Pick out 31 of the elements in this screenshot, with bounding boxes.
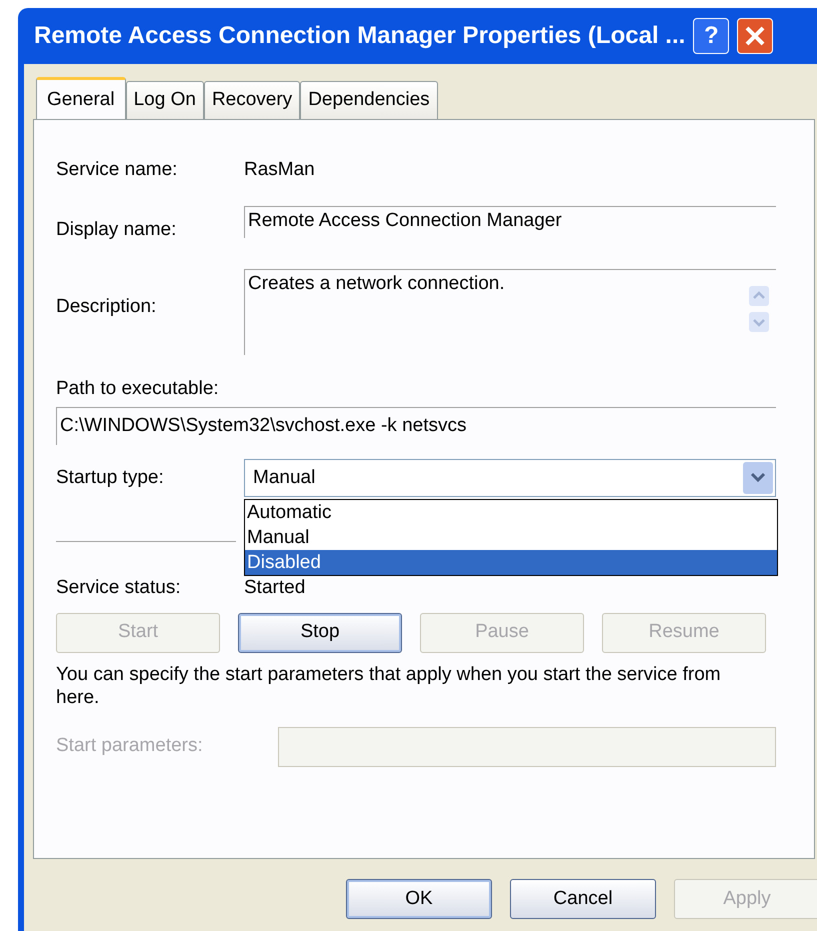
close-button[interactable] — [737, 18, 774, 54]
field-label: Service status: — [56, 576, 182, 600]
scroll-up-icon[interactable] — [749, 286, 769, 306]
window-title: Remote Access Connection Manager Properties (Local ... — [34, 21, 686, 51]
field-label: Description: — [56, 294, 158, 318]
help-button[interactable]: ? — [693, 18, 730, 54]
input-field[interactable]: C:\WINDOWS\System32\svchost.exe -k netsvcs — [56, 407, 776, 445]
tab[interactable]: General — [36, 77, 126, 120]
dropdown-option[interactable]: Automatic — [245, 500, 777, 525]
dropdown-option[interactable]: Manual — [245, 525, 777, 550]
button[interactable]: OK — [346, 879, 492, 919]
field-value: Started — [244, 576, 306, 600]
dropdown[interactable]: Manual — [244, 459, 776, 497]
field-label: Start parameters: — [56, 734, 204, 758]
field-label: Startup type: — [56, 466, 165, 490]
tab[interactable]: Dependencies — [300, 81, 438, 119]
field-value: RasMan — [244, 158, 315, 182]
tab[interactable]: Log On — [126, 81, 204, 119]
button[interactable]: Stop — [238, 612, 402, 652]
input-field[interactable]: Remote Access Connection Manager — [244, 206, 776, 238]
description-text: Creates a network connection. — [248, 272, 505, 296]
help-text: You can specify the start parameters that apply when you start the service from here. — [56, 662, 722, 708]
close-icon — [744, 25, 766, 47]
field-label: Service name: — [56, 158, 178, 182]
field-label: Path to executable: — [56, 376, 220, 400]
scroll-down-icon[interactable] — [749, 312, 769, 332]
button[interactable]: Cancel — [510, 879, 656, 919]
tab[interactable]: Recovery — [204, 81, 300, 119]
dropdown-option[interactable]: Disabled — [245, 550, 777, 575]
text-area[interactable]: Creates a network connection. — [244, 268, 776, 354]
field-label: Display name: — [56, 218, 178, 242]
